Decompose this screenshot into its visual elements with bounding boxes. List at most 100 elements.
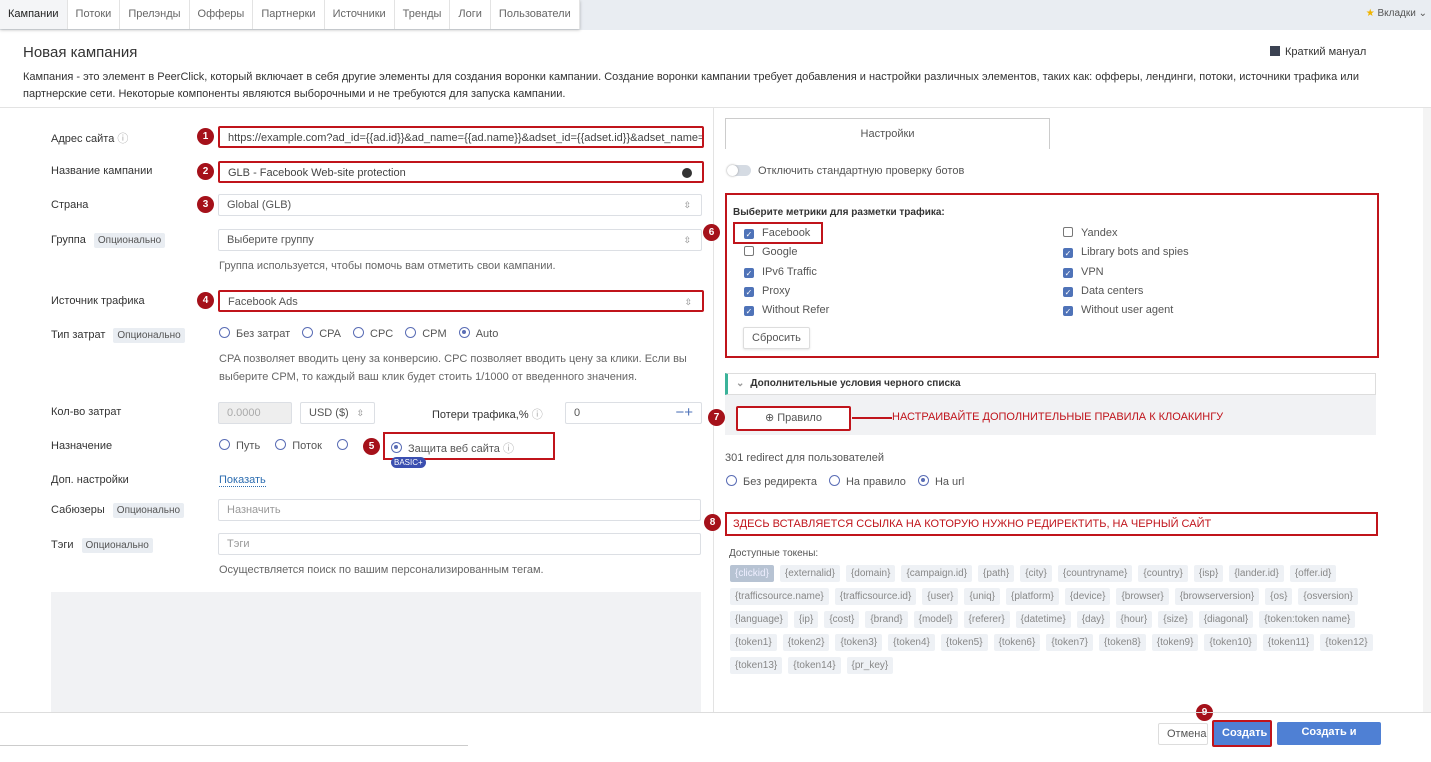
campaign-name-input[interactable]: GLB - Facebook Web-site protection — [218, 161, 704, 183]
token-chip[interactable]: {token8} — [1099, 634, 1146, 651]
token-chip[interactable]: {browserversion} — [1174, 588, 1260, 605]
create-close-button[interactable]: Создать и закрыть — [1277, 722, 1381, 758]
blacklist-accordion[interactable]: ⌄ Дополнительные условия черного списка — [725, 373, 1376, 395]
token-chip[interactable]: {city} — [1020, 565, 1052, 582]
token-chip[interactable]: {token1} — [730, 634, 777, 651]
cost-type-radio[interactable]: Без затрат — [219, 327, 290, 340]
token-chip[interactable]: {isp} — [1193, 565, 1224, 582]
checkbox-icon[interactable]: ✓ — [744, 267, 754, 278]
tab-1[interactable]: Потоки — [68, 0, 121, 29]
checkbox-icon[interactable]: ✓ — [1063, 248, 1073, 259]
token-chip[interactable]: {token7} — [1046, 634, 1094, 651]
token-chip[interactable]: {uniq} — [964, 588, 1001, 605]
token-chip[interactable]: {domain} — [845, 565, 896, 582]
scrollbar[interactable] — [1423, 108, 1431, 712]
token-chip[interactable]: {token2} — [782, 634, 830, 651]
currency-select[interactable]: USD ($) ⇳ — [300, 402, 375, 424]
token-chip[interactable]: {trafficsource.id} — [834, 588, 917, 605]
token-chip[interactable]: {token4} — [888, 634, 935, 651]
token-chip[interactable]: {diagonal} — [1198, 611, 1254, 628]
tab-2[interactable]: Прелэнды — [120, 0, 190, 29]
tab-8[interactable]: Пользователи — [491, 0, 580, 29]
bot-check-toggle[interactable] — [727, 165, 751, 176]
token-chip[interactable]: {token10} — [1204, 634, 1257, 651]
token-chip[interactable]: {brand} — [865, 611, 908, 628]
tab-6[interactable]: Тренды — [395, 0, 451, 29]
token-chip[interactable]: {token6} — [993, 634, 1041, 651]
token-chip[interactable]: {platform} — [1006, 588, 1059, 605]
metric-checkbox[interactable]: Google — [744, 246, 829, 265]
tab-3[interactable]: Офферы — [190, 0, 254, 29]
token-chip[interactable]: {osversion} — [1298, 588, 1358, 605]
tab-5[interactable]: Источники — [325, 0, 395, 29]
checkbox-icon[interactable]: ✓ — [744, 286, 754, 297]
tab-settings[interactable]: Настройки — [725, 118, 1050, 149]
metric-checkbox[interactable]: ✓ Proxy — [744, 285, 829, 304]
cost-type-radio[interactable]: CPM — [405, 327, 447, 340]
redirect-radio[interactable]: На правило — [828, 475, 906, 488]
dest-flow-radio[interactable]: Поток — [275, 439, 322, 452]
metric-checkbox[interactable]: ✓ Data centers — [1063, 285, 1189, 304]
token-chip[interactable]: {cost} — [824, 611, 860, 628]
token-chip[interactable]: {campaign.id} — [901, 565, 973, 582]
token-chip[interactable]: {lander.id} — [1229, 565, 1284, 582]
tab-0[interactable]: Кампании — [0, 0, 68, 29]
checkbox-icon[interactable]: ✓ — [1063, 267, 1073, 278]
group-select[interactable]: Выберите группу ⇳ — [218, 229, 702, 251]
show-extra-link[interactable]: Показать — [219, 474, 266, 487]
metric-checkbox[interactable]: Yandex — [1063, 227, 1189, 246]
token-chip[interactable]: {token12} — [1320, 634, 1373, 651]
checkbox-icon[interactable]: ✓ — [744, 306, 754, 317]
subusers-input[interactable]: Назначить — [218, 499, 701, 521]
token-chip[interactable]: {clickid} — [730, 565, 774, 582]
token-chip[interactable]: {token3} — [835, 634, 883, 651]
tab-4[interactable]: Партнерки — [253, 0, 325, 29]
checkbox-icon[interactable] — [1063, 227, 1073, 237]
metric-checkbox[interactable]: ✓ Without user agent — [1063, 304, 1189, 323]
token-chip[interactable]: {day} — [1076, 611, 1110, 628]
token-chip[interactable]: {externalid} — [779, 565, 840, 582]
token-chip[interactable]: {size} — [1158, 611, 1193, 628]
traffic-source-select[interactable]: Facebook Ads ⇳ — [218, 290, 704, 312]
dest-path-radio[interactable]: Путь — [219, 439, 260, 452]
token-chip[interactable]: {user} — [922, 588, 959, 605]
metric-checkbox[interactable]: ✓ IPv6 Traffic — [744, 266, 829, 285]
bookmarks-button[interactable]: ★ Вкладки ⌄ — [1366, 8, 1427, 19]
metric-checkbox[interactable]: ✓ VPN — [1063, 266, 1189, 285]
token-chip[interactable]: {token5} — [940, 634, 988, 651]
token-chip[interactable]: {trafficsource.name} — [730, 588, 829, 605]
cost-amount-input[interactable]: 0.0000 — [218, 402, 292, 424]
reset-button[interactable]: Сбросить — [743, 327, 810, 349]
token-chip[interactable]: {browser} — [1116, 588, 1169, 605]
create-button[interactable]: Создать — [1212, 720, 1272, 747]
cost-type-radio[interactable]: CPA — [302, 327, 341, 340]
redirect-radio[interactable]: Без редиректа — [726, 475, 817, 488]
token-chip[interactable]: {os} — [1265, 588, 1293, 605]
minus-plus-icon[interactable]: −+ — [675, 403, 693, 423]
cost-type-radio[interactable]: CPC — [353, 327, 393, 340]
checkbox-icon[interactable] — [744, 246, 754, 257]
manual-link[interactable]: Краткий мануал — [1270, 46, 1366, 58]
country-select[interactable]: Global (GLB) ⇳ — [218, 194, 702, 216]
token-chip[interactable]: {pr_key} — [846, 657, 894, 674]
tab-7[interactable]: Логи — [450, 0, 491, 29]
token-chip[interactable]: {ip} — [793, 611, 819, 628]
checkbox-icon[interactable]: ✓ — [1063, 306, 1073, 317]
token-chip[interactable]: {token14} — [788, 657, 841, 674]
token-chip[interactable]: {referer} — [963, 611, 1010, 628]
token-chip[interactable]: {hour} — [1115, 611, 1153, 628]
checkbox-icon[interactable]: ✓ — [1063, 286, 1073, 297]
token-chip[interactable]: {device} — [1064, 588, 1111, 605]
token-chip[interactable]: {token9} — [1151, 634, 1199, 651]
metric-checkbox[interactable]: ✓ Without Refer — [744, 304, 829, 323]
tags-input[interactable]: Тэги — [218, 533, 701, 555]
redirect-url-input[interactable]: ЗДЕСЬ ВСТАВЛЯЕТСЯ ССЫЛКА НА КОТОРУЮ НУЖН… — [725, 512, 1378, 536]
redirect-radio[interactable]: На url — [917, 475, 964, 488]
token-chip[interactable]: {model} — [913, 611, 958, 628]
color-dot-icon[interactable] — [682, 168, 692, 178]
token-chip[interactable]: {countryname} — [1057, 565, 1133, 582]
token-chip[interactable]: {offer.id} — [1289, 565, 1337, 582]
token-chip[interactable]: {country} — [1138, 565, 1188, 582]
dest-protection-radio[interactable]: Защита веб сайта ⓘ BASIC+ — [383, 432, 555, 468]
metric-checkbox[interactable]: ✓ Library bots and spies — [1063, 246, 1189, 265]
